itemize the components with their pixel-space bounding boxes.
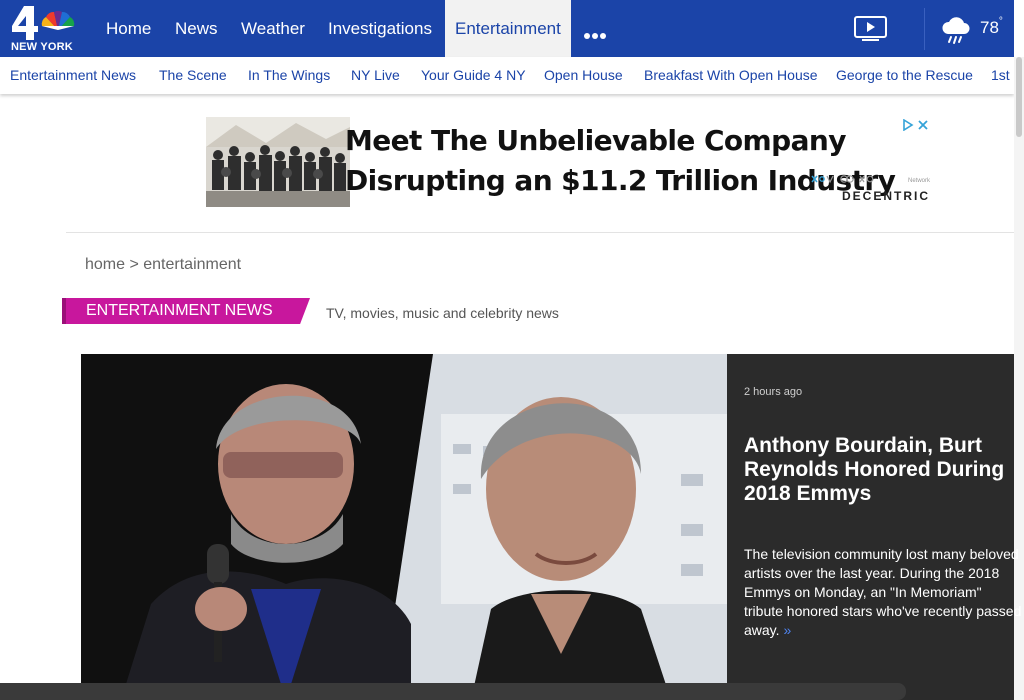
section-tag[interactable]: ENTERTAINMENT NEWS <box>62 298 310 324</box>
advertisement-banner[interactable]: Meet The Unbelievable Company Disrupting… <box>206 117 934 207</box>
section-tag-label: ENTERTAINMENT NEWS <box>86 302 273 319</box>
subnav-in-the-wings[interactable]: In The Wings <box>248 67 330 83</box>
temperature-value: 78 <box>980 18 999 37</box>
ad-group-photo <box>206 117 350 207</box>
section-tag-accent <box>62 298 66 324</box>
ad-network-logos-icon <box>811 175 874 184</box>
nbc-4-logo[interactable]: NEW YORK <box>10 4 80 54</box>
ad-network-label: Network <box>810 173 930 187</box>
ad-network-text: Network <box>907 178 930 184</box>
story-summary: The television community lost many belov… <box>744 545 1024 640</box>
subnav-1st-look[interactable]: 1st Lo <box>991 67 1014 83</box>
nav-home[interactable]: Home <box>106 0 151 57</box>
featured-story[interactable]: 2 hours ago Anthony Bourdain, Burt Reyno… <box>81 354 1021 700</box>
subnav-the-scene[interactable]: The Scene <box>159 67 227 83</box>
subnav-open-house[interactable]: Open House <box>544 67 623 83</box>
nav-divider <box>924 8 925 50</box>
featured-story-panel: 2 hours ago Anthony Bourdain, Burt Reyno… <box>727 354 1021 700</box>
nav-weather[interactable]: Weather <box>241 0 305 57</box>
top-navigation-bar: NEW YORK Home News Weather Investigation… <box>0 0 1024 57</box>
section-description: TV, movies, music and celebrity news <box>326 305 559 321</box>
ad-choices-icon[interactable] <box>902 118 930 134</box>
ad-brand-logo[interactable]: DECENTRIC <box>842 189 930 203</box>
video-play-icon[interactable] <box>853 15 889 48</box>
nav-entertainment[interactable]: Entertainment <box>445 0 571 57</box>
logo-wordmark: NEW YORK <box>11 41 73 53</box>
more-dots-icon[interactable] <box>584 26 608 42</box>
breadcrumb[interactable]: home > entertainment <box>85 256 241 274</box>
nav-news[interactable]: News <box>175 0 218 57</box>
subnav-ny-live[interactable]: NY Live <box>351 67 400 83</box>
story-timestamp: 2 hours ago <box>744 386 803 398</box>
story-headline[interactable]: Anthony Bourdain, Burt Reynolds Honored … <box>744 434 1009 506</box>
subnav-entertainment-news[interactable]: Entertainment News <box>10 67 136 83</box>
temperature-readout[interactable]: 78° <box>980 16 1003 38</box>
subnav-george-to-the-rescue[interactable]: George to the Rescue <box>836 67 973 83</box>
subnav-your-guide-4-ny[interactable]: Your Guide 4 NY <box>421 67 526 83</box>
content-divider <box>66 232 1014 233</box>
read-more-link[interactable]: » <box>783 622 791 638</box>
nav-investigations[interactable]: Investigations <box>328 0 432 57</box>
scrollbar-top-gap <box>1014 0 1024 57</box>
scrollbar-thumb[interactable] <box>1016 57 1022 137</box>
horizontal-scrollbar[interactable] <box>0 683 906 700</box>
subnav-breakfast-with-open-house[interactable]: Breakfast With Open House <box>644 67 818 83</box>
rain-cloud-icon[interactable] <box>940 14 972 51</box>
sub-navigation-bar: Entertainment News The Scene In The Wing… <box>0 57 1014 94</box>
temperature-unit: ° <box>998 16 1003 27</box>
featured-story-image[interactable] <box>81 354 727 700</box>
